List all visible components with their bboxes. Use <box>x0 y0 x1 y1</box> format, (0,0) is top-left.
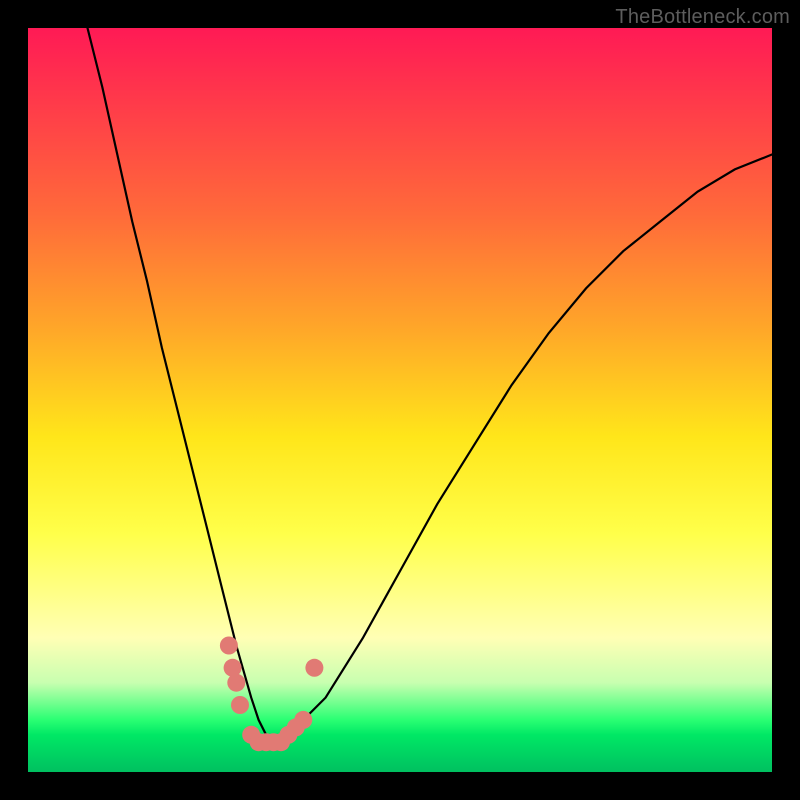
marker-dot <box>220 637 238 655</box>
chart-svg <box>28 28 772 772</box>
outer-frame: TheBottleneck.com <box>0 0 800 800</box>
marker-cluster <box>220 637 324 752</box>
marker-dot <box>305 659 323 677</box>
marker-dot <box>231 696 249 714</box>
watermark-text: TheBottleneck.com <box>615 6 790 29</box>
marker-dot <box>227 674 245 692</box>
curve-layer <box>88 28 773 742</box>
plot-area <box>28 28 772 772</box>
marker-dot <box>294 711 312 729</box>
bottleneck-curve <box>88 28 773 742</box>
